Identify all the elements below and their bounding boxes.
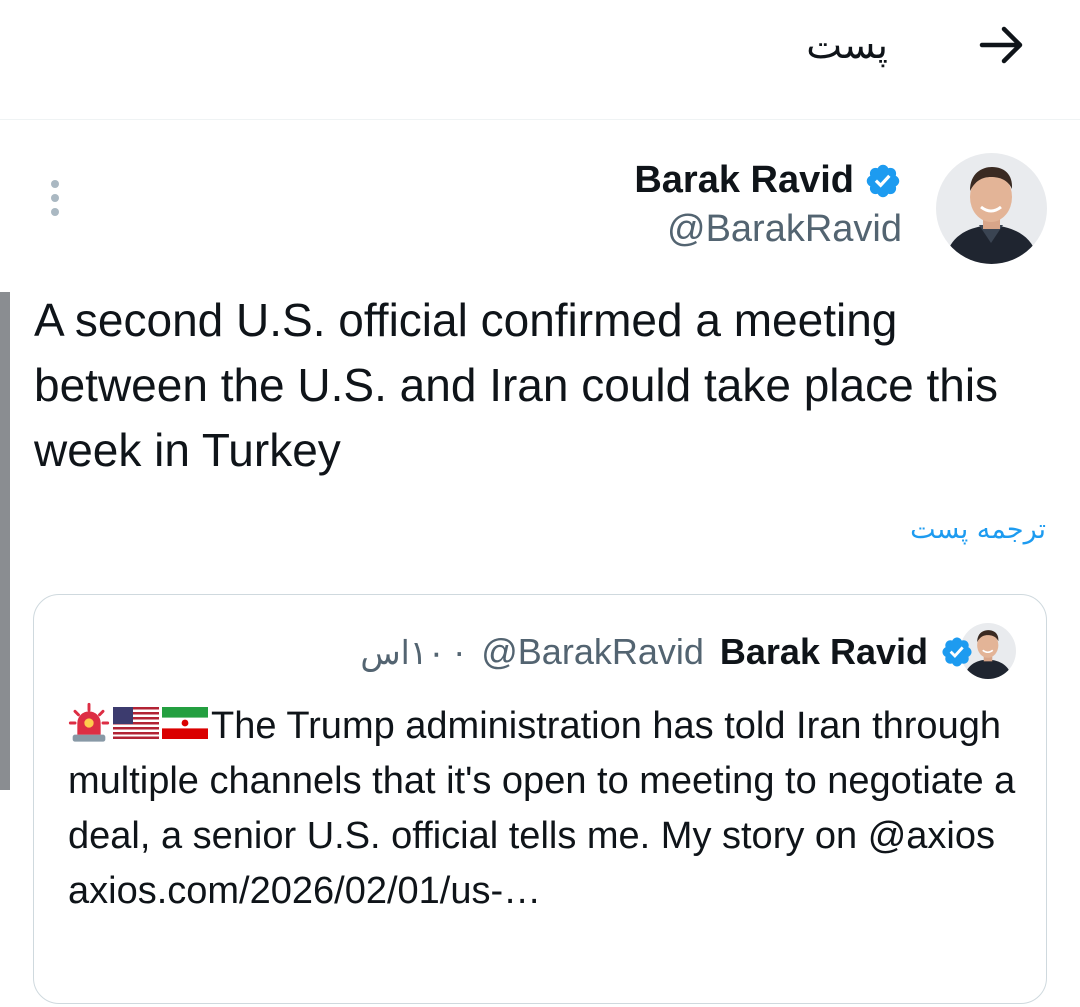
quoted-tweet-card[interactable]: ۱۰اس · @BarakRavid Barak Ravid The Trump…: [33, 594, 1047, 1004]
tweet-text: A second U.S. official confirmed a meeti…: [34, 294, 999, 476]
author-name[interactable]: Barak Ravid: [634, 156, 854, 204]
page-title: پست: [806, 23, 888, 67]
quoted-author-handle: @BarakRavid: [481, 631, 704, 672]
scroll-indicator: [0, 292, 10, 790]
author-handle[interactable]: @BarakRavid: [667, 206, 902, 252]
more-vertical-icon: [51, 180, 59, 188]
author-avatar[interactable]: [936, 153, 1047, 264]
quoted-tweet-header: ۱۰اس · @BarakRavid Barak Ravid: [360, 629, 974, 675]
more-dot: [51, 208, 59, 216]
back-button[interactable]: [972, 20, 1032, 70]
quoted-tweet-text: The Trump administration has told Iran t…: [68, 699, 1018, 919]
quoted-tweet-body: The Trump administration has told Iran t…: [68, 705, 1016, 912]
police-light-emoji: [68, 702, 110, 742]
iran-flag-emoji: [162, 707, 208, 739]
more-dot: [51, 194, 59, 202]
translate-post-link[interactable]: ترجمه پست: [910, 510, 1046, 550]
quoted-separator: ·: [453, 631, 466, 672]
top-bar: پست: [0, 0, 1080, 120]
more-options-button[interactable]: [40, 176, 70, 220]
arrow-right-icon: [979, 26, 1023, 64]
quoted-time: ۱۰اس: [360, 633, 446, 671]
verified-badge-icon: [942, 637, 972, 667]
us-flag-emoji: [113, 707, 159, 739]
quoted-author-name: Barak Ravid: [719, 631, 928, 672]
verified-badge-icon: [866, 164, 900, 198]
